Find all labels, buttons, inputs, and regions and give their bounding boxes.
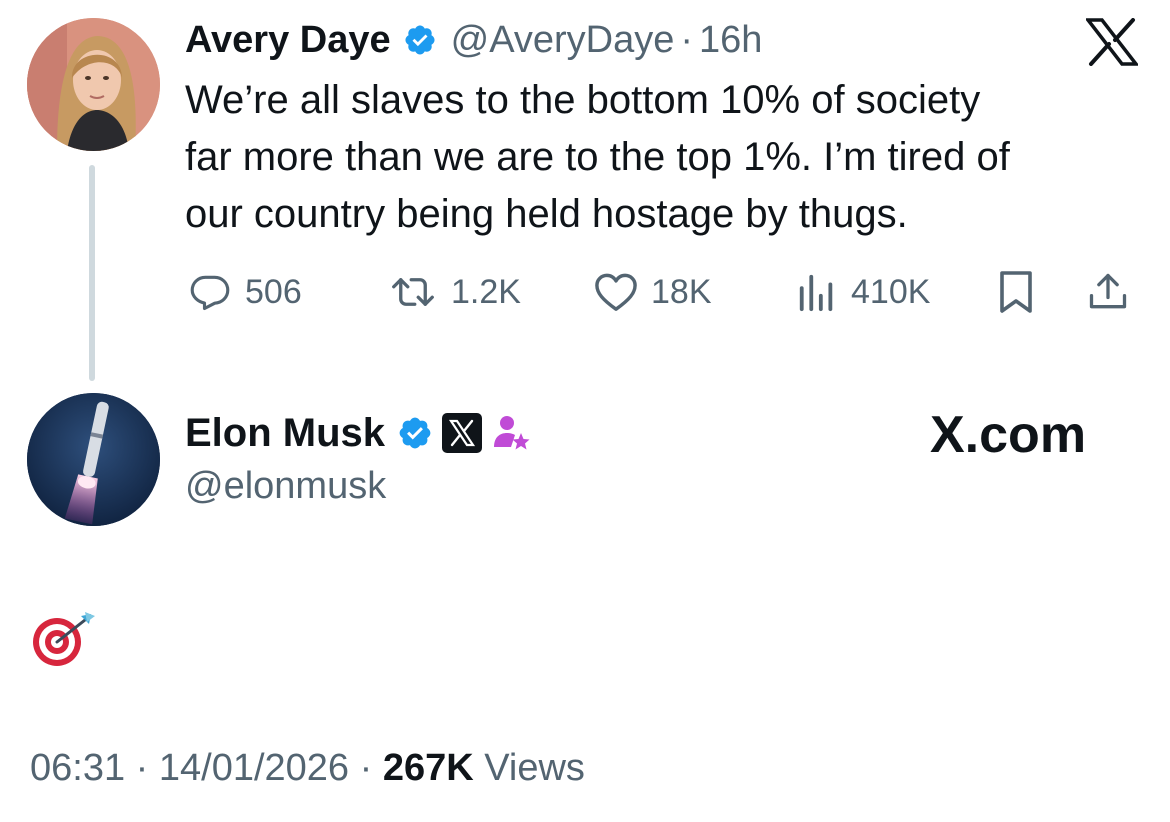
reply-header: Elon Musk xyxy=(185,407,531,459)
bookmark-button[interactable] xyxy=(998,268,1034,316)
target-arrow-emoji xyxy=(27,610,97,670)
like-button[interactable]: 18K xyxy=(593,268,712,316)
share-button[interactable] xyxy=(1085,268,1131,316)
tweet-header: Avery Daye @AveryDaye · 16h xyxy=(185,16,762,64)
author-handle[interactable]: @AveryDaye xyxy=(451,19,675,62)
tweet-text-line: We’re all slaves to the bottom 10% of so… xyxy=(185,78,981,122)
author-name[interactable]: Elon Musk xyxy=(185,411,385,456)
bookmark-icon xyxy=(998,270,1034,314)
repost-count: 1.2K xyxy=(451,272,521,311)
reply-count: 506 xyxy=(245,272,302,311)
avatar-elon-musk[interactable] xyxy=(27,393,160,526)
separator: · xyxy=(135,747,149,789)
tweet-meta: 06:31 · 14/01/2026 · 267K Views xyxy=(30,747,585,790)
reply-date[interactable]: 14/01/2026 xyxy=(159,747,349,789)
tweet-time[interactable]: 16h xyxy=(699,19,762,62)
repost-icon xyxy=(387,271,439,313)
reply-time[interactable]: 06:31 xyxy=(30,747,125,789)
x-affiliation-badge-icon[interactable] xyxy=(441,412,483,454)
tweet-text: We’re all slaves to the bottom 10% of so… xyxy=(185,72,1145,243)
thread-line xyxy=(89,165,95,381)
share-icon xyxy=(1085,270,1131,314)
person-star-badge-icon[interactable] xyxy=(491,413,531,453)
reply-button[interactable]: 506 xyxy=(187,268,302,316)
tweet-text-line: far more than we are to the top 1%. I’m … xyxy=(185,135,1010,179)
verified-badge-icon[interactable] xyxy=(403,23,437,57)
heart-icon xyxy=(593,271,639,313)
avatar-avery-daye[interactable] xyxy=(27,18,160,151)
affiliation-label[interactable]: X.com xyxy=(930,405,1086,465)
separator: · xyxy=(680,18,694,61)
views-label: Views xyxy=(484,747,585,789)
separator: · xyxy=(359,747,373,789)
views-button[interactable]: 410K xyxy=(795,268,930,316)
reply-icon xyxy=(187,270,233,314)
like-count: 18K xyxy=(651,272,712,311)
views-count: 267K xyxy=(382,747,474,789)
views-chart-icon xyxy=(795,271,839,313)
verified-badge-icon[interactable] xyxy=(397,415,433,451)
affiliation-link[interactable]: X.com xyxy=(930,405,1086,465)
author-handle[interactable]: @elonmusk xyxy=(185,465,386,508)
repost-button[interactable]: 1.2K xyxy=(387,268,521,316)
x-logo-icon xyxy=(1084,18,1140,66)
author-name[interactable]: Avery Daye xyxy=(185,19,391,62)
tweet-text-line: our country being held hostage by thugs. xyxy=(185,192,908,236)
views-count: 410K xyxy=(851,272,931,311)
